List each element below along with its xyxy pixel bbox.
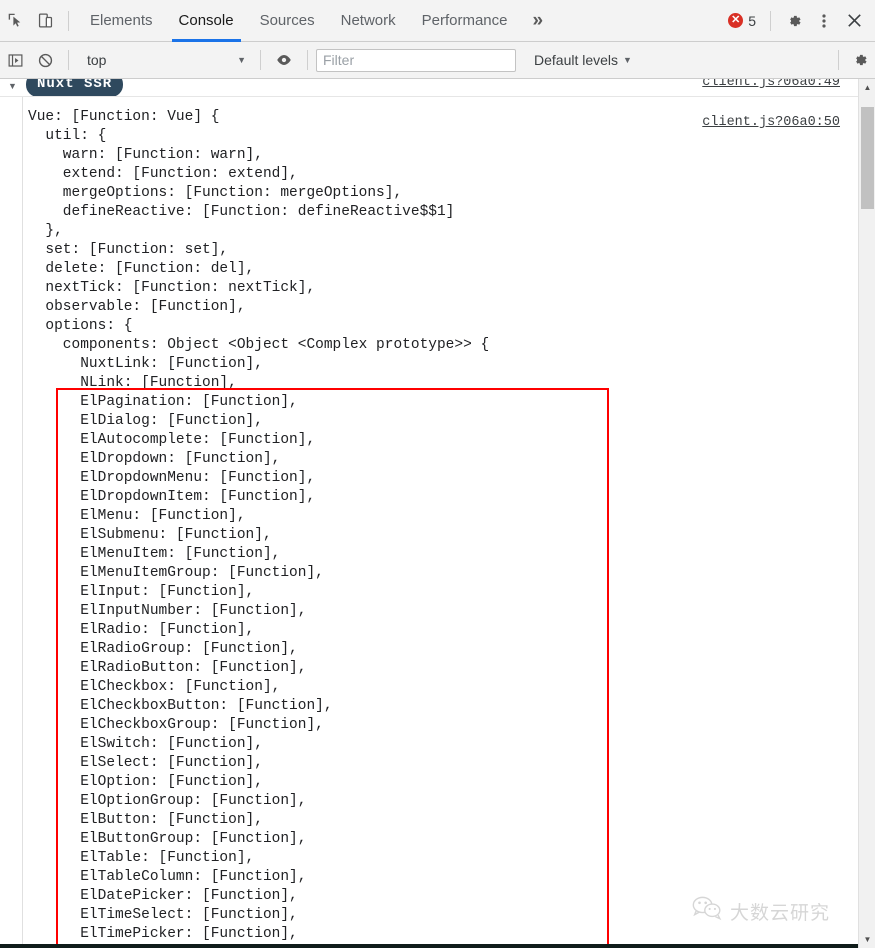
filterbar-divider-4 <box>838 50 839 70</box>
devtools-panel-tabs: Elements Console Sources Network Perform… <box>77 0 555 42</box>
chevron-down-icon: ▼ <box>237 55 246 65</box>
devtools-window: Elements Console Sources Network Perform… <box>0 0 875 948</box>
tab-console[interactable]: Console <box>166 0 247 42</box>
more-tabs-chevron-icon[interactable]: » <box>521 0 556 42</box>
filterbar-divider-1 <box>68 50 69 70</box>
filterbar-divider-3 <box>307 50 308 70</box>
gear-icon[interactable] <box>779 0 809 42</box>
clear-console-icon[interactable] <box>30 39 60 81</box>
console-entry-nuxt-ssr[interactable]: ▼ Nuxt SSR client.js?06a0:49 <box>0 79 858 96</box>
error-count-badge[interactable]: ✕ 5 <box>728 13 756 29</box>
filterbar-right-actions <box>832 39 875 81</box>
console-scrollbar[interactable]: ▲ ▼ <box>858 79 875 948</box>
console-settings-gear-icon[interactable] <box>845 39 875 81</box>
scrollbar-thumb[interactable] <box>861 107 874 209</box>
console-filter-bar: top ▼ Default levels ▼ <box>0 42 875 79</box>
scroll-up-arrow-icon[interactable]: ▲ <box>859 79 875 96</box>
console-entry-vue-object[interactable]: client.js?06a0:50 Vue: [Function: Vue] {… <box>0 96 858 948</box>
live-expression-icon[interactable] <box>269 39 299 81</box>
source-link[interactable]: client.js?06a0:49 <box>702 79 840 90</box>
tabbar-right-divider <box>770 10 771 31</box>
bottom-edge-strip <box>0 944 858 948</box>
expand-twisty-icon[interactable]: ▼ <box>8 81 17 91</box>
filter-input[interactable] <box>316 48 516 72</box>
log-levels-label: Default levels <box>534 52 619 68</box>
chevron-down-icon: ▼ <box>623 55 632 65</box>
kebab-menu-icon[interactable] <box>809 0 839 42</box>
execution-context-select[interactable]: top ▼ <box>77 48 252 72</box>
console-message-list[interactable]: ▼ Nuxt SSR client.js?06a0:49 client.js?0… <box>0 79 858 948</box>
error-circle-icon: ✕ <box>728 13 744 28</box>
log-levels-select[interactable]: Default levels ▼ <box>534 52 632 68</box>
close-icon[interactable] <box>839 0 869 42</box>
scroll-down-arrow-icon[interactable]: ▼ <box>859 931 875 948</box>
tab-sources-label: Sources <box>259 12 315 29</box>
tab-console-label: Console <box>178 12 234 29</box>
tab-network[interactable]: Network <box>328 0 409 42</box>
tab-performance-label: Performance <box>421 12 508 29</box>
device-toolbar-icon[interactable] <box>30 0 60 42</box>
source-link[interactable]: client.js?06a0:50 <box>702 115 840 130</box>
inspect-element-icon[interactable] <box>0 0 30 42</box>
tab-performance[interactable]: Performance <box>409 0 521 42</box>
devtools-tabbar: Elements Console Sources Network Perform… <box>0 0 875 42</box>
execution-context-value: top <box>87 52 107 68</box>
tabbar-right-actions: ✕ 5 <box>728 0 875 42</box>
nuxt-ssr-badge: Nuxt SSR <box>26 79 124 96</box>
filterbar-divider-2 <box>260 50 261 70</box>
error-count-label: 5 <box>748 12 756 29</box>
tab-elements[interactable]: Elements <box>77 0 166 42</box>
tab-sources[interactable]: Sources <box>247 0 328 42</box>
message-gutter-line <box>22 97 23 948</box>
tab-network-label: Network <box>340 12 396 29</box>
tabbar-divider <box>68 10 69 31</box>
console-sidebar-icon[interactable] <box>0 39 30 81</box>
tab-elements-label: Elements <box>90 12 153 29</box>
object-dump-text: Vue: [Function: Vue] { util: { warn: [Fu… <box>28 109 490 948</box>
